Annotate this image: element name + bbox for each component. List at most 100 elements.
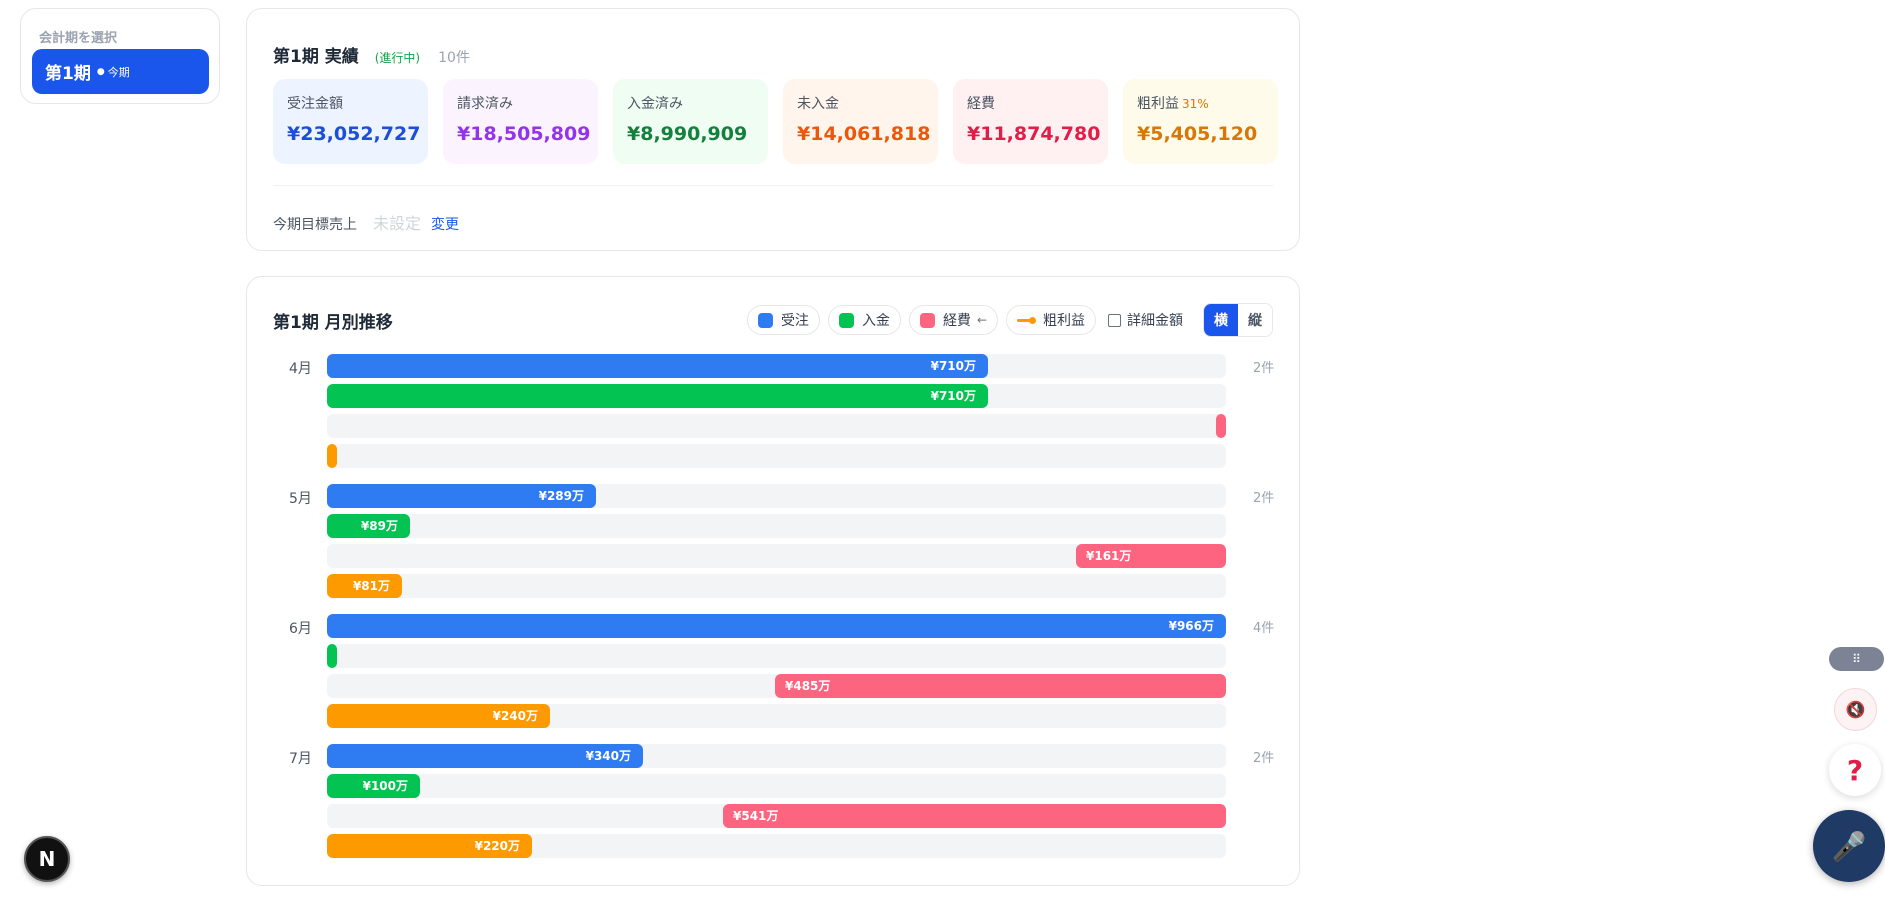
- bar-value-label: ¥220万: [474, 839, 520, 853]
- bar-track: [327, 414, 1226, 438]
- summary-card: 第1期 実績 (進行中) 10件 受注金額 ¥23,052,727 請求済み ¥18,…: [246, 8, 1300, 251]
- legend-payment-toggle[interactable]: 入金: [827, 305, 901, 335]
- kpi-row: 受注金額 ¥23,052,727 請求済み ¥18,505,809 入金済み ¥8,990…: [273, 79, 1278, 164]
- legend-order-label: 受注: [780, 313, 809, 329]
- month-count: 2件: [1253, 751, 1275, 766]
- kpi-value: ¥11,874,780: [967, 123, 1101, 145]
- kpi-card: 受注金額 ¥23,052,727: [273, 79, 428, 164]
- kpi-label-text: 粗利益: [1137, 96, 1179, 112]
- bar-track: [327, 444, 1226, 468]
- month-count: 2件: [1253, 361, 1275, 376]
- month-count: 4件: [1253, 621, 1275, 636]
- kpi-label: 未入金: [797, 93, 924, 113]
- legend-expense-toggle[interactable]: 経費 ←: [908, 305, 998, 335]
- arrow-left-icon: ←: [976, 313, 987, 327]
- current-dot: ●: [96, 66, 105, 77]
- drag-handle-icon[interactable]: ⠿: [1829, 647, 1884, 671]
- microphone-button[interactable]: 🎤: [1813, 810, 1885, 882]
- kpi-percent: 31%: [1182, 97, 1209, 111]
- month-label: 4月: [289, 361, 312, 377]
- bar-2-2[interactable]: [775, 674, 1226, 698]
- vertical-button[interactable]: 縦: [1238, 304, 1272, 336]
- bar-value-label: ¥161万: [1086, 549, 1132, 563]
- current-label: 今期: [107, 65, 130, 79]
- kpi-card: 粗利益 31% ¥5,405,120: [1123, 79, 1278, 164]
- status-badge: (進行中): [374, 51, 421, 65]
- period-selector-title: 会計期を選択: [39, 31, 118, 46]
- bar-3-0[interactable]: [327, 444, 337, 468]
- legend-expense-label: 経費: [942, 313, 971, 329]
- kpi-label: 入金済み: [627, 93, 754, 113]
- bar-value-label: ¥541万: [733, 809, 779, 823]
- divider: [273, 185, 1273, 186]
- expense-swatch: [919, 312, 935, 328]
- kpi-label-text: 受注金額: [287, 96, 343, 112]
- bar-value-label: ¥81万: [352, 579, 390, 593]
- summary-title: 第1期 実績: [273, 47, 359, 67]
- checkbox-icon[interactable]: [1108, 313, 1121, 327]
- order-swatch: [757, 312, 773, 328]
- bar-value-label: ¥289万: [538, 489, 584, 503]
- bar-value-label: ¥100万: [362, 779, 408, 793]
- kpi-label: 請求済み: [457, 93, 584, 113]
- chart-title: 第1期 月別推移: [273, 313, 393, 333]
- target-label: 今期目標売上: [273, 217, 357, 233]
- bar-track: [327, 644, 1226, 668]
- bar-value-label: ¥340万: [585, 749, 631, 763]
- bar-track: [327, 774, 1226, 798]
- kpi-value: ¥5,405,120: [1137, 123, 1258, 145]
- mute-icon[interactable]: 🔇: [1834, 688, 1877, 731]
- period-name: 第1期: [45, 64, 91, 84]
- kpi-value: ¥23,052,727: [287, 123, 421, 145]
- target-value: 未設定: [373, 214, 422, 233]
- payment-swatch: [838, 312, 854, 328]
- kpi-label-text: 経費: [967, 96, 995, 112]
- help-button[interactable]: ?: [1829, 744, 1881, 796]
- month-label: 6月: [289, 621, 312, 637]
- bar-1-0[interactable]: [327, 384, 988, 408]
- bar-track: [327, 514, 1226, 538]
- orientation-toggle: 横 縦: [1203, 303, 1273, 337]
- bar-value-label: ¥89万: [360, 519, 398, 533]
- legend-profit-toggle[interactable]: 粗利益: [1006, 305, 1096, 335]
- next-logo-icon[interactable]: N: [24, 836, 70, 882]
- detail-amount-label: 詳細金額: [1127, 313, 1183, 329]
- bar-2-3[interactable]: [723, 804, 1226, 828]
- target-change-link[interactable]: 変更: [431, 214, 459, 234]
- bar-value-label: ¥966万: [1168, 619, 1214, 633]
- bar-0-0[interactable]: [327, 354, 988, 378]
- bar-0-2[interactable]: [327, 614, 1226, 638]
- record-count: 10件: [438, 50, 470, 66]
- kpi-card: 入金済み ¥8,990,909: [613, 79, 768, 164]
- bar-track: [327, 574, 1226, 598]
- kpi-value: ¥14,061,818: [797, 123, 931, 145]
- kpi-value: ¥8,990,909: [627, 123, 748, 145]
- bar-value-label: ¥240万: [492, 709, 538, 723]
- legend-profit-label: 粗利益: [1043, 313, 1085, 329]
- bar-value-label: ¥710万: [930, 359, 976, 373]
- kpi-label-text: 未入金: [797, 96, 839, 112]
- monthly-chart-card: 第1期 月別推移 受注 入金 経費 ← 粗利益 詳細金額 横 縦 4月 2件 ¥71…: [246, 276, 1300, 886]
- horizontal-button[interactable]: 横: [1204, 304, 1238, 336]
- chart-legend: 受注 入金 経費 ← 粗利益 詳細金額 横 縦: [746, 303, 1273, 337]
- kpi-label: 粗利益 31%: [1137, 93, 1264, 113]
- kpi-value: ¥18,505,809: [457, 123, 591, 145]
- bar-2-0[interactable]: [1216, 414, 1226, 438]
- bar-value-label: ¥710万: [930, 389, 976, 403]
- legend-payment-label: 入金: [861, 313, 890, 329]
- legend-order-toggle[interactable]: 受注: [746, 305, 820, 335]
- period-button-1[interactable]: 第1期 ● 今期: [32, 49, 209, 94]
- month-label: 5月: [289, 491, 312, 507]
- kpi-label: 経費: [967, 93, 1094, 113]
- profit-line-icon: [1017, 316, 1036, 324]
- kpi-label: 受注金額: [287, 93, 414, 113]
- kpi-label-text: 入金済み: [627, 96, 683, 112]
- detail-amount-checkbox[interactable]: 詳細金額: [1108, 310, 1183, 330]
- kpi-card: 請求済み ¥18,505,809: [443, 79, 598, 164]
- bar-1-2[interactable]: [327, 644, 337, 668]
- period-selector: 会計期を選択 第1期 ● 今期: [20, 8, 220, 104]
- kpi-card: 未入金 ¥14,061,818: [783, 79, 938, 164]
- month-label: 7月: [289, 751, 312, 767]
- month-count: 2件: [1253, 491, 1275, 506]
- bar-value-label: ¥485万: [785, 679, 831, 693]
